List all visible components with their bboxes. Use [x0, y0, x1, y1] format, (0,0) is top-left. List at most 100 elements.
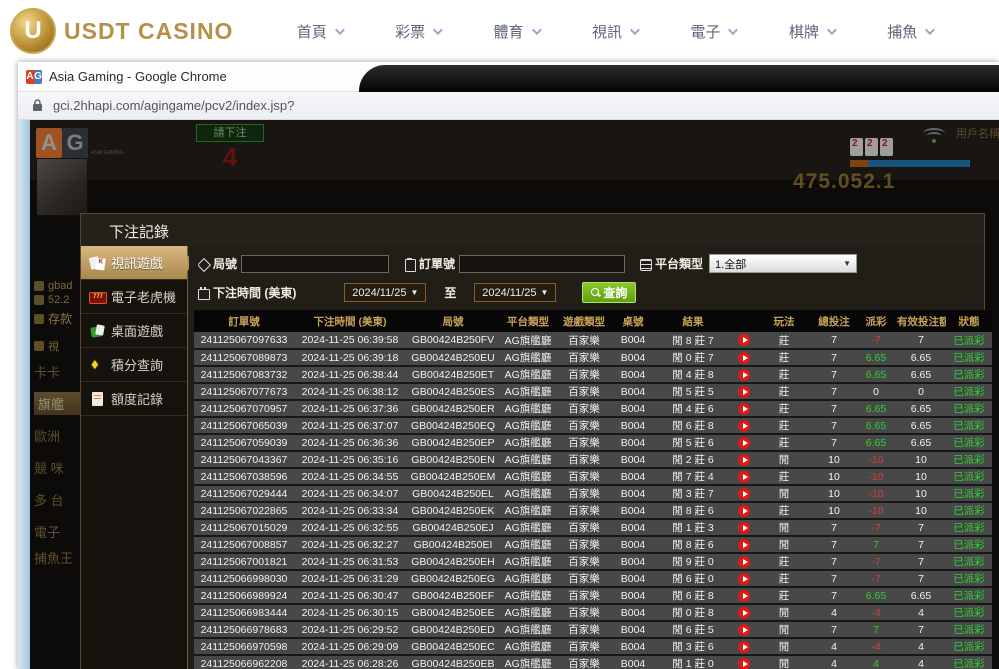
sidebar-item-table-games[interactable]: 桌面遊戲 [81, 314, 187, 348]
replay-icon[interactable] [738, 454, 750, 466]
replay-icon[interactable] [738, 386, 750, 398]
replay-icon[interactable] [738, 352, 750, 364]
cell-result: 閒 8 莊 6 [654, 502, 732, 519]
cell-round: GB00424B250EC [406, 638, 500, 655]
cell-payout: 6.65 [856, 349, 896, 366]
replay-icon[interactable] [738, 556, 750, 568]
replay-icon[interactable] [738, 624, 750, 636]
replay-icon[interactable] [738, 522, 750, 534]
replay-icon[interactable] [738, 369, 750, 381]
search-button[interactable]: 查詢 [582, 282, 636, 303]
replay-icon[interactable] [738, 658, 750, 669]
deposit-button[interactable]: 存款 [34, 310, 72, 327]
replay-icon[interactable] [738, 590, 750, 602]
nav-item-live[interactable]: 視訊 [592, 21, 637, 42]
favicon-a: A [26, 70, 34, 84]
replay-icon[interactable] [738, 607, 750, 619]
cell-order: 241125067070957 [194, 400, 294, 417]
cell-status: 已派彩 [946, 655, 992, 669]
cell-replay [732, 417, 756, 434]
header-game-type: 遊戲類型 [556, 310, 612, 332]
nav-item-fishing[interactable]: 捕魚 [887, 21, 932, 42]
replay-icon[interactable] [738, 334, 750, 346]
replay-icon[interactable] [738, 471, 750, 483]
cell-status: 已派彩 [946, 468, 992, 485]
cell-payout: 6.65 [856, 366, 896, 383]
cell-replay [732, 434, 756, 451]
cell-platform: AG旗艦廳 [500, 570, 556, 587]
nav-item-lottery[interactable]: 彩票 [395, 21, 440, 42]
replay-icon[interactable] [738, 641, 750, 653]
cell-payout: -4 [856, 604, 896, 621]
date-to-select[interactable]: 2024/11/25 ▼ [474, 283, 556, 302]
chrome-url-bar[interactable]: gci.2hhapi.com/agingame/pcv2/index.jsp? [18, 92, 999, 120]
table-row: 2411250670385962024-11-25 06:34:55GB0042… [194, 468, 992, 485]
header-play: 玩法 [756, 310, 812, 332]
sidebar-item-video-games[interactable]: 視訊遊戲 [81, 246, 187, 280]
sidebar-item-label: 電子老虎機 [111, 287, 176, 306]
replay-icon[interactable] [738, 505, 750, 517]
cell-bet: 7 [812, 383, 856, 400]
cell-game: 百家樂 [556, 485, 612, 502]
diamond-icon [89, 357, 105, 373]
cell-round: GB00424B250ED [406, 621, 500, 638]
cell-time: 2024-11-25 06:29:09 [294, 638, 406, 655]
cell-play: 莊 [756, 417, 812, 434]
cell-game: 百家樂 [556, 400, 612, 417]
bet-record-modal: 下注記錄 視訊遊戲 電子老虎機 桌面遊戲 積分查詢 [80, 213, 985, 669]
cell-game: 百家樂 [556, 536, 612, 553]
replay-icon[interactable] [738, 420, 750, 432]
ag-favicon: A G [26, 70, 42, 84]
balance-text: 52.2 [48, 294, 69, 306]
cards-icon [34, 341, 44, 351]
cell-play: 莊 [756, 366, 812, 383]
cell-order: 241125067008857 [194, 536, 294, 553]
replay-icon[interactable] [738, 403, 750, 415]
date-from-select[interactable]: 2024/11/25 ▼ [344, 283, 426, 302]
cell-round: GB00424B250EF [406, 587, 500, 604]
cell-time: 2024-11-25 06:31:29 [294, 570, 406, 587]
replay-icon[interactable] [738, 539, 750, 551]
cell-result: 閒 8 莊 7 [654, 332, 732, 349]
nav-item-slots[interactable]: 電子 [690, 21, 735, 42]
site-nav-items: 首頁 彩票 體育 視訊 電子 棋牌 捕魚 [240, 21, 999, 42]
cell-status: 已派彩 [946, 638, 992, 655]
cell-table: B004 [612, 332, 654, 349]
sidebar-item-credit-records[interactable]: 額度記錄 [81, 382, 187, 416]
nav-item-home[interactable]: 首頁 [297, 21, 342, 42]
cell-replay [732, 349, 756, 366]
cell-payout: -10 [856, 451, 896, 468]
cell-bet: 4 [812, 604, 856, 621]
cell-bet: 7 [812, 536, 856, 553]
platform-select[interactable]: 1.全部 ▼ [709, 254, 857, 273]
cell-play: 莊 [756, 553, 812, 570]
cell-payout: 7 [856, 536, 896, 553]
order-input[interactable] [459, 255, 625, 273]
cell-platform: AG旗艦廳 [500, 604, 556, 621]
cell-time: 2024-11-25 06:29:52 [294, 621, 406, 638]
header-payout: 派彩 [856, 310, 896, 332]
cell-time: 2024-11-25 06:37:36 [294, 400, 406, 417]
nav-item-cards[interactable]: 棋牌 [789, 21, 834, 42]
table-row: 2411250670088572024-11-25 06:32:27GB0042… [194, 536, 992, 553]
search-button-label: 查詢 [603, 284, 627, 301]
replay-icon[interactable] [738, 573, 750, 585]
dropdown-arrow-icon: ▼ [410, 288, 418, 297]
sidebar-item-points-query[interactable]: 積分查詢 [81, 348, 187, 382]
round-input[interactable] [241, 255, 389, 273]
lock-icon [32, 99, 43, 112]
dropdown-arrow-icon: ▼ [541, 288, 549, 297]
cell-valid: 7 [896, 519, 946, 536]
cell-valid: 7 [896, 536, 946, 553]
site-logo[interactable]: U USDT CASINO [10, 8, 240, 54]
nav-item-sports[interactable]: 體育 [494, 21, 539, 42]
chrome-title-bar[interactable]: A G Asia Gaming - Google Chrome [18, 62, 999, 92]
cell-time: 2024-11-25 06:39:18 [294, 349, 406, 366]
cell-order: 241125066962208 [194, 655, 294, 669]
cell-platform: AG旗艦廳 [500, 485, 556, 502]
replay-icon[interactable] [738, 437, 750, 449]
sidebar-item-slots[interactable]: 電子老虎機 [81, 280, 187, 314]
replay-icon[interactable] [738, 488, 750, 500]
cell-bet: 10 [812, 451, 856, 468]
table-row: 2411250669786832024-11-25 06:29:52GB0042… [194, 621, 992, 638]
